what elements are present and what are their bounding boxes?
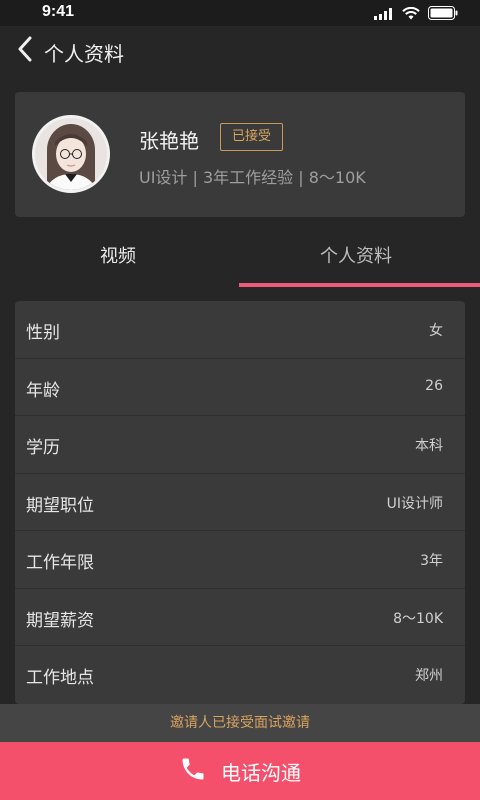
info-row-education: 学历 本科 bbox=[15, 416, 465, 474]
active-tab-indicator bbox=[239, 283, 480, 287]
info-label: 性别 bbox=[26, 323, 60, 343]
wifi-icon bbox=[402, 5, 420, 24]
battery-icon bbox=[428, 5, 458, 24]
status-badge: 已接受 bbox=[220, 123, 284, 151]
tab-video[interactable]: 视频 bbox=[100, 242, 136, 268]
info-label: 学历 bbox=[26, 438, 60, 458]
info-value: 女 bbox=[429, 323, 443, 339]
call-button[interactable]: 电话沟通 bbox=[0, 742, 480, 800]
info-value: 本科 bbox=[415, 438, 443, 454]
call-button-label: 电话沟通 bbox=[221, 760, 301, 785]
nav-bar: 个人资料 bbox=[0, 26, 480, 76]
info-value: 郑州 bbox=[415, 668, 443, 684]
info-label: 期望职位 bbox=[26, 495, 94, 516]
status-bar: 9:41 bbox=[0, 0, 480, 26]
avatar[interactable] bbox=[32, 115, 110, 193]
back-button[interactable] bbox=[10, 34, 40, 68]
info-label: 工作地点 bbox=[26, 668, 94, 688]
notice-bar: 邀请人已接受面试邀请 bbox=[0, 704, 480, 742]
info-row-salary: 期望薪资 8～10K bbox=[15, 589, 465, 646]
status-time: 9:41 bbox=[42, 3, 75, 20]
signal-icon bbox=[374, 5, 394, 24]
info-row-experience: 工作年限 3年 bbox=[15, 531, 465, 589]
info-value: UI设计师 bbox=[386, 495, 443, 512]
info-value: 8～10K bbox=[393, 610, 443, 627]
profile-name: 张艳艳 bbox=[139, 129, 199, 153]
info-value: 26 bbox=[425, 377, 443, 394]
info-row-age: 年龄 26 bbox=[15, 359, 465, 416]
chevron-left-icon bbox=[17, 36, 33, 66]
page-title: 个人资料 bbox=[44, 42, 124, 66]
tab-profile[interactable]: 个人资料 bbox=[320, 242, 392, 268]
info-label: 期望薪资 bbox=[26, 610, 94, 631]
profile-card: 张艳艳 已接受 UI设计 | 3年工作经验 | 8～10K bbox=[15, 92, 465, 217]
info-label: 工作年限 bbox=[26, 553, 94, 573]
info-row-gender: 性别 女 bbox=[15, 301, 465, 359]
info-value: 3年 bbox=[420, 553, 443, 569]
profile-meta: UI设计 | 3年工作经验 | 8～10K bbox=[139, 168, 366, 187]
info-row-position: 期望职位 UI设计师 bbox=[15, 474, 465, 531]
info-row-location: 工作地点 郑州 bbox=[15, 646, 465, 704]
phone-icon bbox=[179, 755, 207, 787]
info-list: 性别 女 年龄 26 学历 本科 期望职位 UI设计师 工作年限 3年 期望薪资… bbox=[15, 301, 465, 704]
info-label: 年龄 bbox=[26, 380, 60, 401]
status-icons bbox=[374, 5, 458, 24]
tab-bar: 视频 个人资料 bbox=[0, 222, 480, 288]
